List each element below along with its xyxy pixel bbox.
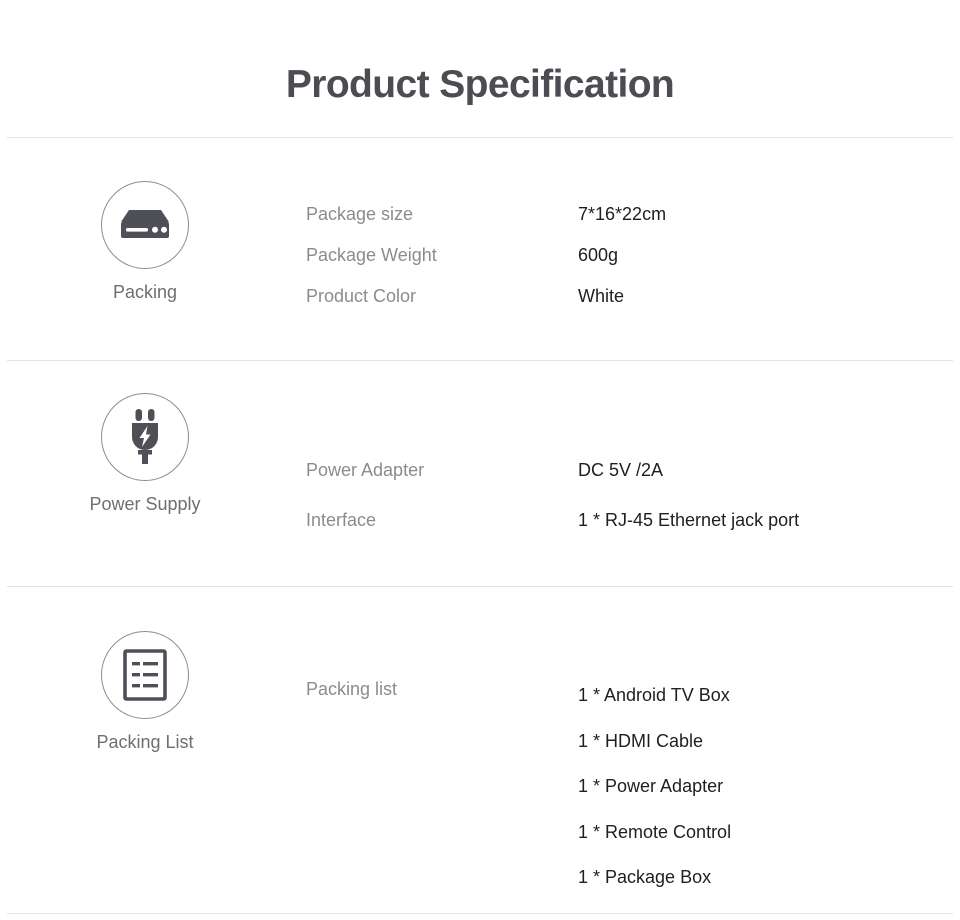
packing-list-item: 1 * Remote Control bbox=[578, 821, 732, 842]
divider-bottom bbox=[7, 913, 953, 914]
spec-label-power-adapter: Power Adapter bbox=[306, 460, 425, 480]
spec-value-product-color: White bbox=[578, 286, 625, 306]
power-plug-icon bbox=[132, 409, 158, 464]
page-title: Product Specification bbox=[285, 63, 675, 106]
spec-value-column-power-supply: DC 5V /2A 1 * RJ-45 Ethernet jack port bbox=[578, 445, 948, 545]
spec-label-column-power-supply: Power Adapter Interface bbox=[306, 445, 571, 545]
section-caption-power-supply: Power Supply bbox=[89, 494, 201, 514]
spec-value-power-adapter: DC 5V /2A bbox=[578, 460, 664, 480]
section-caption-packing-list: Packing List bbox=[96, 732, 194, 752]
spec-label-product-color: Product Color bbox=[306, 286, 417, 306]
section-caption-packing: Packing bbox=[112, 282, 178, 302]
spec-value-package-size: 7*16*22cm bbox=[578, 204, 667, 224]
spec-label-package-size: Package size bbox=[306, 204, 414, 224]
spec-label-packing-list: Packing list bbox=[306, 679, 398, 699]
packing-list-item: 1 * Power Adapter bbox=[578, 776, 724, 796]
icon-circle-packing bbox=[101, 181, 189, 269]
page-title-container: Product Specification bbox=[0, 62, 960, 109]
spec-value-column-packing: 7*16*22cm 600g White bbox=[578, 194, 948, 317]
section-icon-column-power-supply: Power Supply bbox=[60, 393, 230, 516]
packing-list-item: 1 * Package Box bbox=[578, 867, 712, 887]
packing-list-item: 1 * HDMI Cable bbox=[578, 730, 704, 751]
product-specification-page: Product Specification Packing Package si… bbox=[0, 0, 960, 920]
document-list-icon bbox=[123, 649, 167, 701]
spec-section-packing-list: Packing List Packing list 1 * Android TV… bbox=[0, 587, 960, 913]
packing-list-item: 1 * Android TV Box bbox=[578, 685, 730, 705]
section-icon-column-packing-list: Packing List bbox=[60, 631, 230, 754]
spec-label-column-packing-list: Packing list bbox=[306, 669, 571, 710]
spec-value-column-packing-list: 1 * Android TV Box 1 * HDMI Cable 1 * Po… bbox=[578, 673, 948, 901]
icon-circle-power-supply bbox=[101, 393, 189, 481]
spec-section-packing: Packing Package size Package Weight Prod… bbox=[0, 138, 960, 360]
icon-circle-packing-list bbox=[101, 631, 189, 719]
spec-label-interface: Interface bbox=[306, 510, 377, 530]
section-icon-column-packing: Packing bbox=[60, 181, 230, 304]
spec-section-power-supply: Power Supply Power Adapter Interface DC … bbox=[0, 361, 960, 586]
spec-value-interface: 1 * RJ-45 Ethernet jack port bbox=[578, 510, 800, 530]
spec-label-package-weight: Package Weight bbox=[306, 245, 437, 265]
spec-value-package-weight: 600g bbox=[578, 245, 619, 265]
set-top-box-icon bbox=[121, 210, 169, 238]
spec-label-column-packing: Package size Package Weight Product Colo… bbox=[306, 194, 571, 317]
